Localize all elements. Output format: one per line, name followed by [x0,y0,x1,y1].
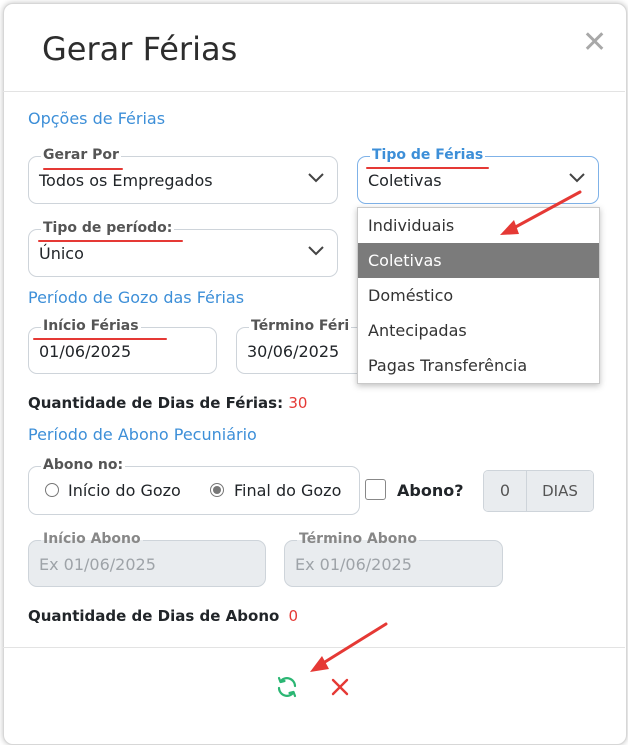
annotation-underline [38,240,183,242]
abono-checkbox-label: Abono? [397,481,464,500]
option-coletivas[interactable]: Coletivas [358,243,599,278]
abono-days-input: 0 DIAS [483,470,594,512]
abono-days-unit: DIAS [527,471,593,511]
inicio-ferias-value: 01/06/2025 [39,342,132,361]
option-antecipadas[interactable]: Antecipadas [358,313,599,348]
abono-days-value: 0 [484,471,527,511]
quantidade-dias-abono: Quantidade de Dias de Abono 0 [28,607,298,625]
option-domestico[interactable]: Doméstico [358,278,599,313]
dialog-title: Gerar Férias [42,30,238,68]
annotation-underline [366,167,489,169]
quantidade-dias-ferias: Quantidade de Dias de Férias: 30 [28,394,307,412]
header-divider [3,91,625,92]
quantidade-dias-ferias-value: 30 [288,394,308,412]
annotation-underline [43,168,123,170]
inicio-ferias-input[interactable]: Início Férias 01/06/2025 [28,318,217,374]
tipo-periodo-select[interactable]: Tipo de período: Único [28,220,338,277]
tipo-ferias-dropdown: Individuais Coletivas Doméstico Antecipa… [357,207,600,384]
close-icon[interactable] [330,677,350,697]
tipo-periodo-label: Tipo de período: [41,220,175,236]
footer-divider [3,647,625,648]
gerar-por-select[interactable]: Gerar Por Todos os Empregados [28,147,338,204]
tipo-ferias-select[interactable]: Tipo de Férias Coletivas [357,147,599,204]
quantidade-dias-abono-value: 0 [288,607,299,625]
termino-abono-placeholder: Ex 01/06/2025 [295,555,412,574]
chevron-down-icon [308,246,324,256]
tipo-periodo-value: Único [39,244,84,263]
tipo-ferias-label: Tipo de Férias [370,147,486,163]
radio-inicio-gozo-label: Início do Gozo [68,481,181,500]
termino-abono-label: Término Abono [297,531,419,547]
radio-final-gozo[interactable] [210,483,224,497]
chevron-down-icon [569,173,585,183]
inicio-abono-placeholder: Ex 01/06/2025 [39,555,156,574]
section-periodo-gozo: Período de Gozo das Férias [28,288,245,307]
close-icon[interactable]: ✕ [582,28,607,58]
abono-no-label: Abono no: [41,457,126,473]
termino-abono-input[interactable]: Término Abono Ex 01/06/2025 [284,531,503,587]
abono-checkbox[interactable] [365,479,386,500]
termino-ferias-label: Término Féri [249,318,352,334]
quantidade-dias-abono-label: Quantidade de Dias de Abono [28,607,280,625]
tipo-ferias-value: Coletivas [368,171,442,190]
annotation-underline [33,338,167,340]
inicio-ferias-label: Início Férias [41,318,141,334]
refresh-icon[interactable] [275,675,299,699]
termino-ferias-value: 30/06/2025 [247,342,340,361]
section-opcoes-ferias: Opções de Férias [28,109,166,128]
radio-inicio-gozo[interactable] [45,483,59,497]
option-pagas-transferencia[interactable]: Pagas Transferência [358,348,599,383]
quantidade-dias-ferias-label: Quantidade de Dias de Férias: [28,394,284,412]
option-individuais[interactable]: Individuais [358,208,599,243]
gerar-por-value: Todos os Empregados [39,171,213,190]
chevron-down-icon [308,173,324,183]
section-abono-pecuniario: Período de Abono Pecuniário [28,425,257,444]
gerar-por-label: Gerar Por [41,147,121,163]
inicio-abono-input[interactable]: Início Abono Ex 01/06/2025 [28,531,266,587]
inicio-abono-label: Início Abono [41,531,143,547]
radio-final-gozo-label: Final do Gozo [234,481,342,500]
